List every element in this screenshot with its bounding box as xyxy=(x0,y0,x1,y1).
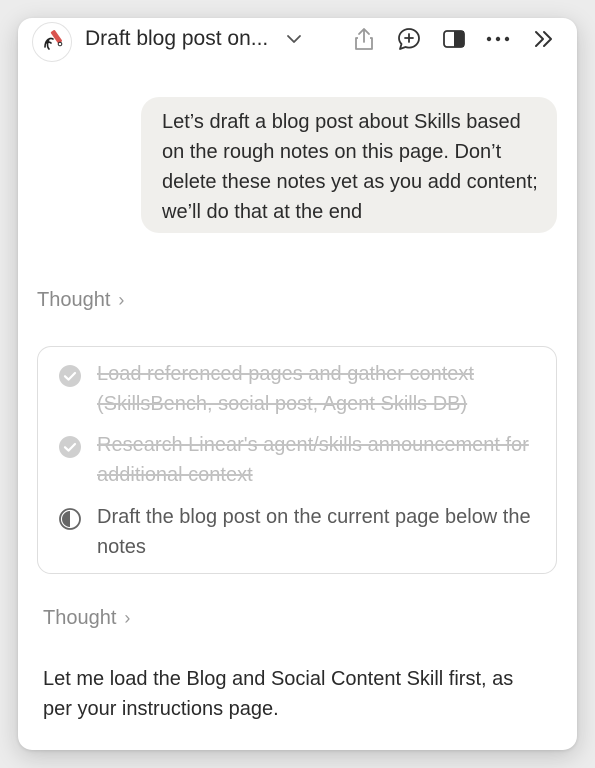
thought-toggle-1[interactable]: Thought › xyxy=(37,289,124,312)
user-message-text: Let’s draft a blog post about Skills bas… xyxy=(162,111,538,223)
page-title[interactable]: Draft blog post on... xyxy=(85,27,302,51)
add-comment-icon[interactable] xyxy=(396,26,422,52)
half-circle-progress-icon xyxy=(59,508,81,530)
more-icon[interactable] xyxy=(485,26,511,52)
avatar[interactable] xyxy=(32,22,72,62)
chevron-right-icon: › xyxy=(118,290,125,310)
task-label: Draft the blog post on the current page … xyxy=(97,506,531,558)
page-title-text: Draft blog post on... xyxy=(85,27,269,50)
thought-toggle-2[interactable]: Thought › xyxy=(43,607,130,630)
task-label: Load referenced pages and gather context… xyxy=(97,363,474,415)
assistant-reply: Let me load the Blog and Social Content … xyxy=(43,668,514,720)
chat-header: Draft blog post on... xyxy=(18,18,577,66)
task-label: Research Linear's agent/skills announcem… xyxy=(97,434,529,486)
check-circle-icon xyxy=(59,365,81,387)
chat-panel: Draft blog post on... Let’s draft a blog… xyxy=(18,18,577,750)
user-message-bubble: Let’s draft a blog post about Skills bas… xyxy=(141,97,557,233)
collapse-icon[interactable] xyxy=(531,26,557,52)
sidebar-toggle-icon[interactable] xyxy=(441,26,467,52)
thought-label: Thought xyxy=(43,607,117,629)
thought-label: Thought xyxy=(37,289,111,311)
check-circle-icon xyxy=(59,436,81,458)
chevron-down-icon[interactable] xyxy=(286,33,302,45)
share-icon[interactable] xyxy=(351,26,377,52)
task-list: Load referenced pages and gather context… xyxy=(37,346,557,574)
pencil-face-icon xyxy=(44,30,63,50)
chevron-right-icon: › xyxy=(124,608,131,628)
